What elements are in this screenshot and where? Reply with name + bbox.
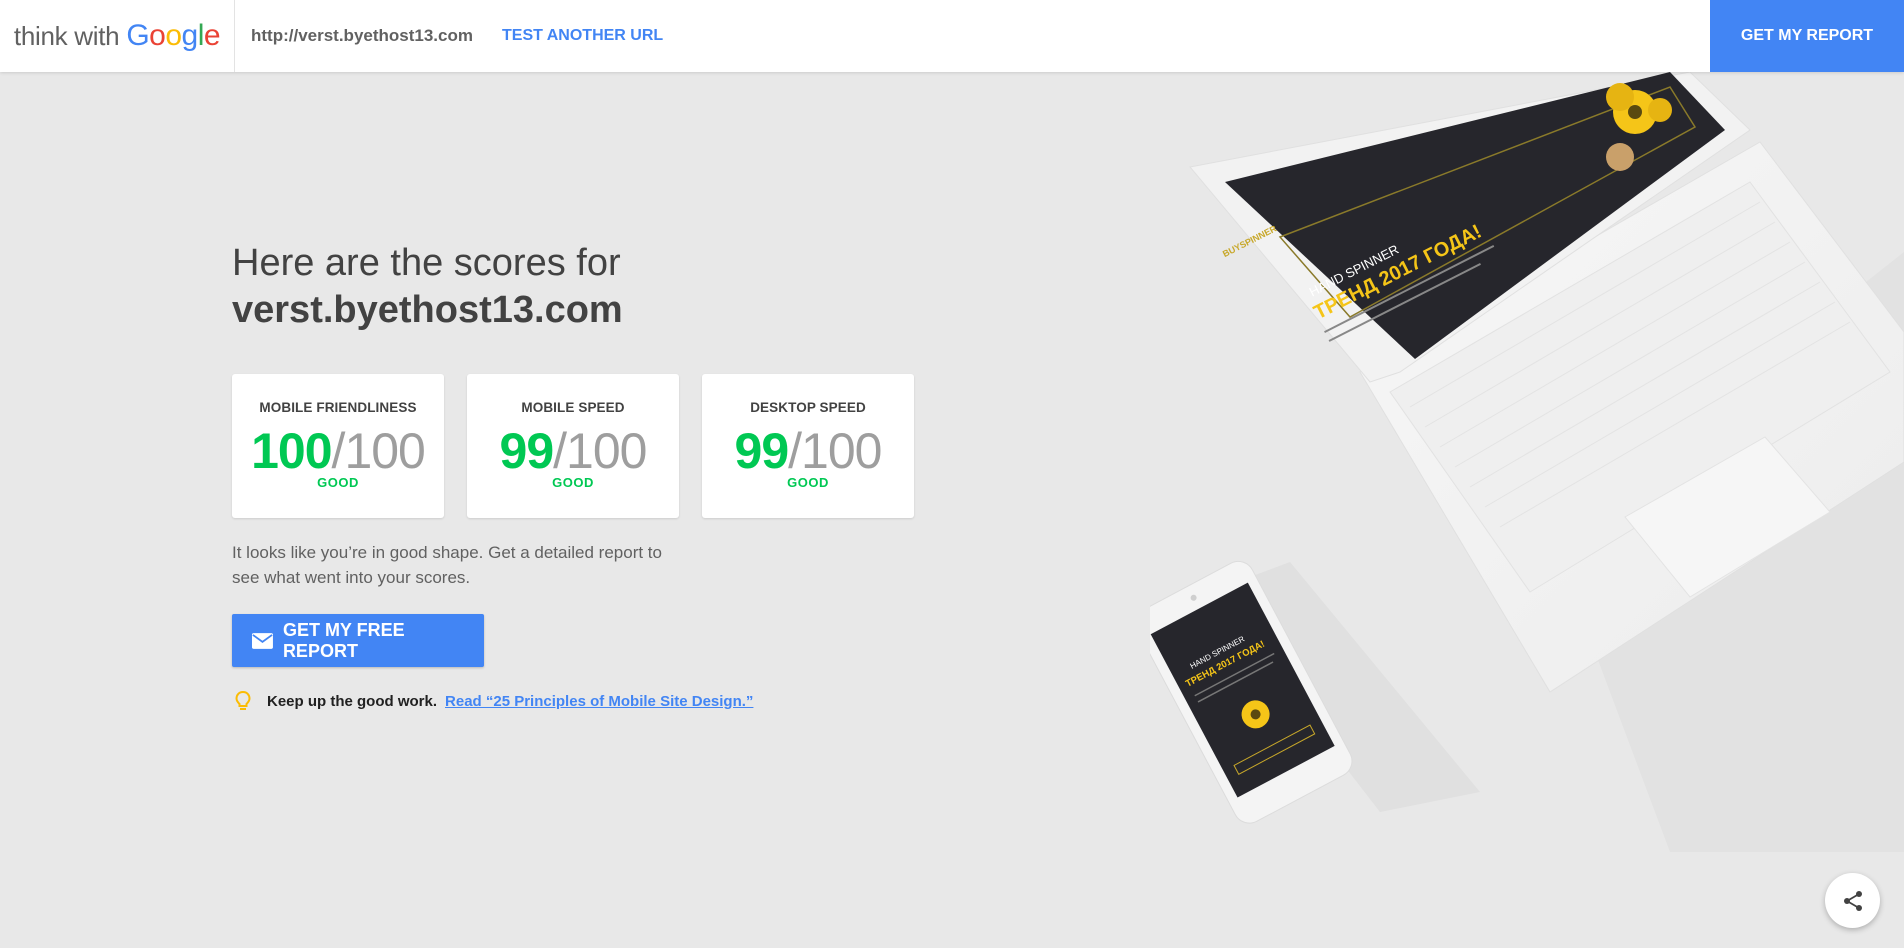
result-message: It looks like you’re in good shape. Get … <box>232 543 662 587</box>
share-icon <box>1843 890 1862 911</box>
think-with-google-logo[interactable]: think with Google <box>0 0 235 72</box>
card-status: GOOD <box>787 475 829 490</box>
card-label: DESKTOP SPEED <box>750 400 866 415</box>
share-button[interactable] <box>1825 873 1880 928</box>
logo-think-text: think with <box>13 20 120 51</box>
tip-text: Keep up the good work. <box>267 692 438 710</box>
top-header: think with Google http://verst.byethost1… <box>0 0 1904 72</box>
score-max: /100 <box>553 423 647 479</box>
score-max: /100 <box>331 423 426 479</box>
logo-google-wordmark: Google <box>126 19 221 52</box>
free-report-label: GET MY FREE REPORT <box>282 619 405 661</box>
score-card-desktop-speed: DESKTOP SPEED 99/100 GOOD <box>702 374 914 518</box>
test-another-url-link[interactable]: TEST ANOTHER URL <box>502 27 663 45</box>
lightbulb-icon <box>235 690 251 710</box>
card-score: 99/100 <box>467 422 679 480</box>
score-value: 99 <box>734 423 790 479</box>
score-cards: MOBILE FRIENDLINESS 100/100 GOOD MOBILE … <box>232 374 914 518</box>
device-illustration: BUYSPINNER HAND SPINNER ТРЕНД 2017 ГОДА!… <box>1150 72 1904 872</box>
score-max: /100 <box>788 423 882 479</box>
score-card-mobile-friendliness: MOBILE FRIENDLINESS 100/100 GOOD <box>232 374 444 518</box>
tip-row: Keep up the good work. Read “25 Principl… <box>234 690 753 712</box>
page-title: Here are the scores for verst.byethost13… <box>232 240 623 334</box>
mobile-principles-link[interactable]: Read “25 Principles of Mobile Site Desig… <box>445 693 753 710</box>
get-free-report-button[interactable]: GET MY FREE REPORT <box>232 614 484 667</box>
card-label: MOBILE FRIENDLINESS <box>259 400 417 415</box>
card-score: 100/100 <box>232 422 444 480</box>
devices-image: BUYSPINNER HAND SPINNER ТРЕНД 2017 ГОДА!… <box>1150 72 1904 852</box>
score-value: 100 <box>251 423 332 479</box>
get-my-report-button[interactable]: GET MY REPORT <box>1710 0 1904 72</box>
card-status: GOOD <box>317 475 359 490</box>
headline-domain: verst.byethost13.com <box>232 289 623 331</box>
mail-icon <box>252 632 273 649</box>
score-card-mobile-speed: MOBILE SPEED 99/100 GOOD <box>467 374 679 518</box>
tested-url: http://verst.byethost13.com <box>251 26 473 45</box>
card-score: 99/100 <box>702 422 914 480</box>
headline-intro: Here are the scores for <box>232 242 621 284</box>
score-value: 99 <box>499 423 555 479</box>
card-label: MOBILE SPEED <box>521 400 625 415</box>
card-status: GOOD <box>552 475 594 490</box>
